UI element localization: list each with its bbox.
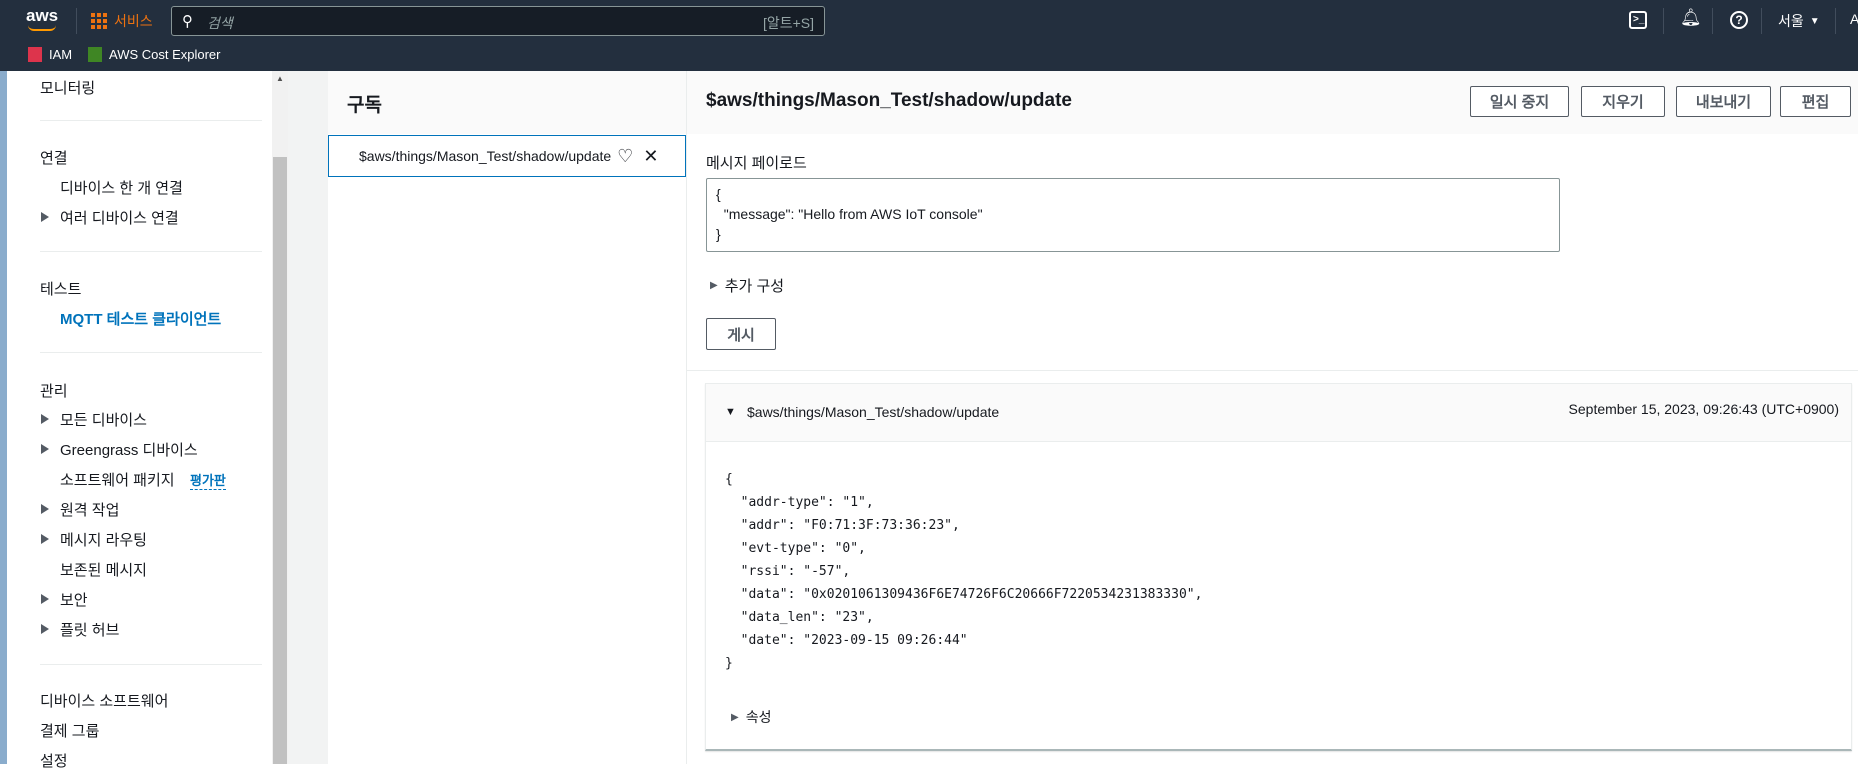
expand-icon[interactable] [41,624,49,634]
publish-button[interactable]: 게시 [706,318,776,350]
window-edge [0,71,7,764]
topic-title: $aws/things/Mason_Test/shadow/update [706,90,1072,111]
export-button[interactable]: 내보내기 [1676,86,1771,117]
sidebar-item-connect-many[interactable]: 여러 디바이스 연결 [60,207,179,228]
divider [40,251,262,252]
subscriptions-title: 구독 [347,95,382,116]
favorite-heart-icon[interactable]: ♡ [617,146,633,167]
additional-config-toggle[interactable]: ▶ 추가 구성 [710,275,784,296]
clear-button[interactable]: 지우기 [1581,86,1665,117]
expand-icon[interactable] [41,444,49,454]
expand-icon[interactable] [41,212,49,222]
sidebar-item-remote-actions[interactable]: 원격 작업 [60,499,119,520]
search-icon: ⚲ [182,13,193,30]
close-icon[interactable]: ✕ [643,146,658,167]
favorite-iam[interactable]: IAM [28,47,72,62]
sidebar-item-greengrass[interactable]: Greengrass 디바이스 [60,439,198,460]
sidebar-item-device-software[interactable]: 디바이스 소프트웨어 [40,690,168,711]
edit-button[interactable]: 편집 [1780,86,1851,117]
account-menu[interactable]: A [1850,11,1858,27]
iam-icon [28,47,42,62]
aws-logo[interactable]: aws [26,6,60,34]
notifications-bell-icon[interactable]: 🔔︎ [1680,8,1702,28]
sidebar: 모니터링 연결 디바이스 한 개 연결 여러 디바이스 연결 테스트 MQTT … [7,71,272,770]
sidebar-item-settings[interactable]: 설정 [40,750,68,771]
help-icon[interactable]: ? [1730,11,1748,29]
caret-right-icon: ▶ [731,711,739,723]
scrollbar-thumb[interactable] [273,157,287,764]
preview-badge[interactable]: 평가판 [190,470,226,490]
sidebar-item-billing-groups[interactable]: 결제 그룹 [40,720,99,741]
caret-down-icon: ▼ [725,406,736,418]
sidebar-section-manage: 관리 [40,383,68,400]
message-timestamp: September 15, 2023, 09:26:43 (UTC+0900) [1568,401,1839,417]
divider [687,370,1858,371]
favorite-cost-explorer[interactable]: AWS Cost Explorer [88,47,221,62]
properties-toggle[interactable]: ▶ 속성 [731,707,771,727]
expand-icon[interactable] [41,414,49,424]
divider [40,352,262,353]
pause-button[interactable]: 일시 중지 [1470,86,1569,117]
sidebar-item-software-packages[interactable]: 소프트웨어 패키지 [60,469,175,490]
expand-icon[interactable] [41,534,49,544]
payload-label: 메시지 페이로드 [706,155,807,172]
caret-down-icon: ▼ [1809,15,1820,27]
grid-icon [91,13,107,29]
subscriptions-panel: 구독 $aws/things/Mason_Test/shadow/update … [328,71,687,764]
payload-textarea[interactable]: { "message": "Hello from AWS IoT console… [706,178,1560,252]
sidebar-item-security[interactable]: 보안 [60,589,88,610]
divider [40,664,262,665]
message-body: { "addr-type": "1", "addr": "F0:71:3F:73… [725,472,1203,671]
sidebar-section-connect: 연결 [40,150,68,167]
sidebar-item-monitoring[interactable]: 모니터링 [40,77,95,98]
sidebar-item-fleet-hub[interactable]: 플릿 허브 [60,619,119,640]
sidebar-item-retained-messages[interactable]: 보존된 메시지 [60,559,147,580]
message-card: ▼ $aws/things/Mason_Test/shadow/update S… [705,383,1852,751]
scroll-up-arrow-icon[interactable]: ▲ [276,74,284,83]
sidebar-item-connect-one[interactable]: 디바이스 한 개 연결 [60,177,183,198]
cost-explorer-icon [88,47,102,62]
sidebar-item-mqtt-test-client[interactable]: MQTT 테스트 클라이언트 [60,308,221,329]
subscription-item[interactable]: $aws/things/Mason_Test/shadow/update ♡ ✕ [328,135,686,177]
message-header[interactable]: ▼ $aws/things/Mason_Test/shadow/update S… [706,384,1851,442]
cloudshell-icon[interactable]: >_ [1629,11,1647,29]
region-selector[interactable]: 서울 ▼ [1778,11,1820,31]
sidebar-item-message-routing[interactable]: 메시지 라우팅 [60,529,147,550]
top-navigation: aws 서비스 ⚲ 검색 [알트+S] >_ 🔔︎ ? 서울 ▼ A IAM A… [0,0,1858,71]
sidebar-section-test: 테스트 [40,281,82,298]
search-input[interactable]: ⚲ 검색 [알트+S] [171,6,825,36]
divider [40,120,262,121]
caret-right-icon: ▶ [710,280,718,291]
expand-icon[interactable] [41,504,49,514]
content-gutter [288,71,328,764]
services-menu-button[interactable]: 서비스 [91,11,153,31]
expand-icon[interactable] [41,594,49,604]
sidebar-item-all-devices[interactable]: 모든 디바이스 [60,409,147,430]
